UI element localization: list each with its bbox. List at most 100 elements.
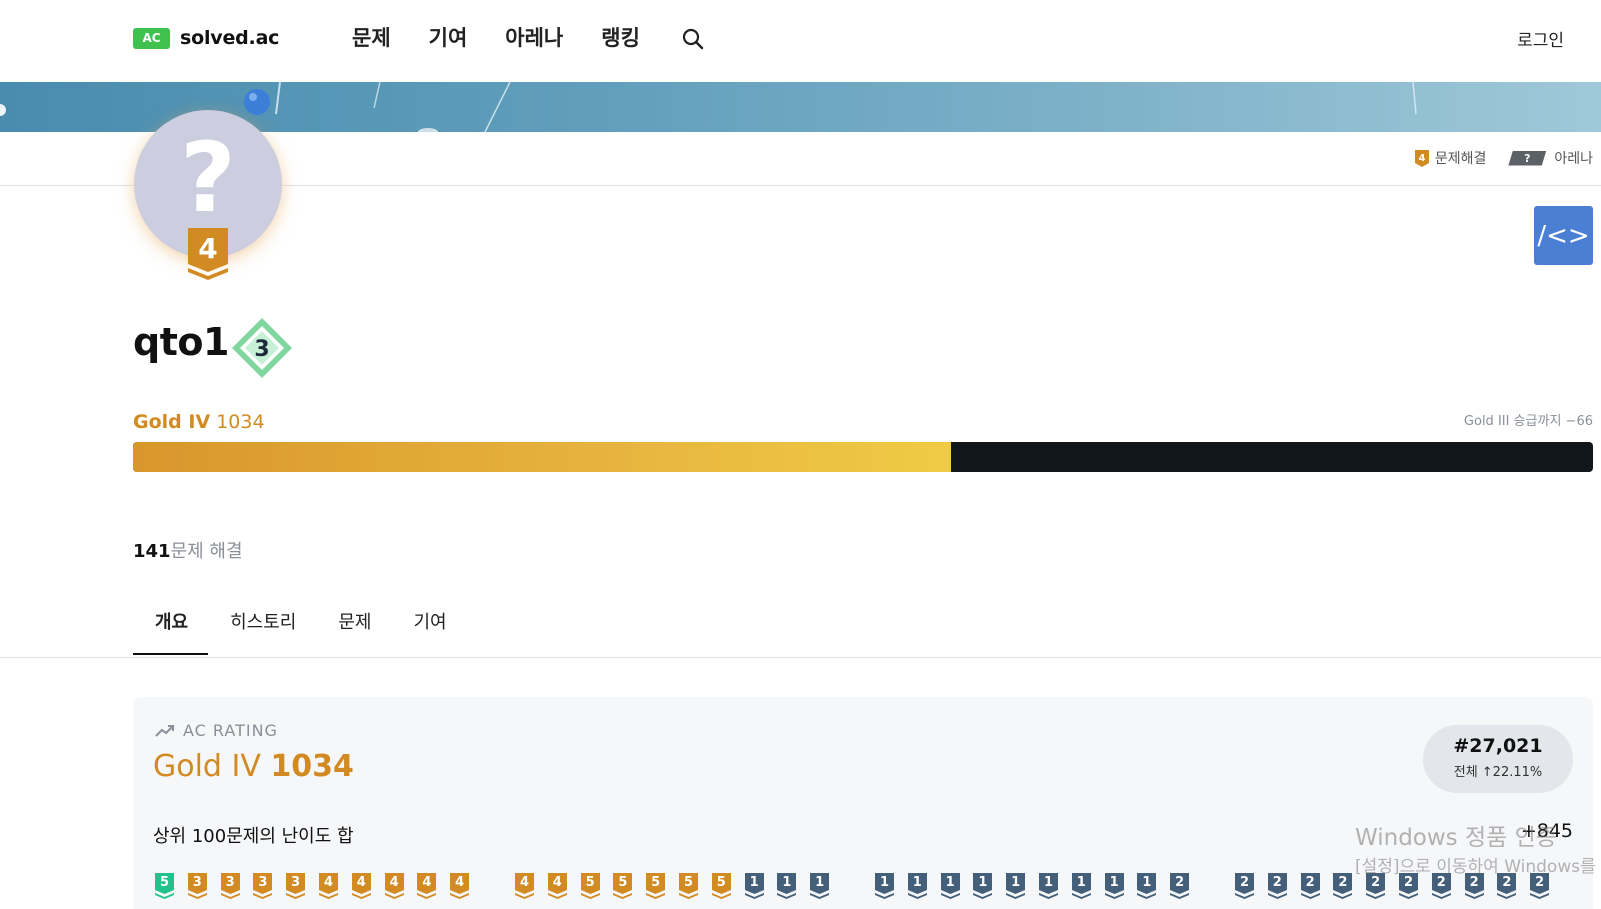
code-brackets-icon: /<> [1537,220,1590,251]
problem-tier-badge[interactable]: 3 [253,873,273,899]
problem-tier-level: 2 [1436,875,1446,890]
search-icon[interactable] [681,27,705,51]
rating-progress-bar [133,442,1593,472]
problem-tier-badge[interactable]: 2 [1267,873,1287,899]
problem-solving-label[interactable]: 문제해결 [1435,148,1487,168]
problem-tier-level: 4 [519,875,530,890]
problem-tier-badge[interactable]: 2 [1300,873,1320,899]
problem-tier-badge[interactable]: 1 [940,873,960,899]
windows-activation-watermark-sub: [설정]으로 이동하여 Windows를 [1355,857,1596,877]
nav-ranking[interactable]: 랭킹 [601,22,640,52]
tab-contributions[interactable]: 기여 [392,600,467,654]
top100-description: 상위 100문제의 난이도 합 [153,826,354,847]
problem-tier-level: 1 [912,875,922,890]
profile-tabs: 개요 히스토리 문제 기여 [133,600,467,655]
problem-tier-level: 2 [1175,875,1185,890]
problem-tier-badge[interactable]: 4 [351,873,371,899]
problem-tier-level: 3 [225,875,235,890]
problem-tier-badge[interactable]: 1 [1006,873,1026,899]
problem-tier-badge[interactable]: 4 [384,873,404,899]
problem-tier-level: 2 [1239,875,1250,890]
problem-tier-badge[interactable]: 1 [1071,873,1091,899]
problem-tier-badge[interactable]: 3 [286,873,306,899]
problem-tier-badge[interactable]: 3 [220,873,240,899]
ac-rating-title: AC RATING [183,721,278,740]
problem-tier-level: 1 [815,875,825,890]
problem-tier-level: 2 [1305,875,1315,890]
problem-tier-level: 4 [422,875,432,890]
problem-tier-badge[interactable]: 1 [810,873,830,899]
problem-tier-badge[interactable]: 2 [1333,873,1353,899]
problem-tier-badge[interactable]: 1 [777,873,797,899]
problem-tier-badge[interactable]: 5 [679,873,698,899]
arena-tag[interactable]: ? 아레나 [1508,148,1593,168]
problem-tier-level: 2 [1338,875,1348,890]
problem-tier-badge[interactable]: 1 [907,873,927,899]
problem-tier-badge[interactable]: 1 [973,873,993,899]
problem-tier-level: 5 [651,875,661,890]
problem-tier-badge[interactable]: 4 [319,873,338,899]
nav-arena[interactable]: 아레나 [505,22,563,52]
problem-tier-badge-icon: 4 [1414,149,1429,167]
problem-tier-badge[interactable]: 5 [580,873,600,899]
problem-tier-level: 5 [618,875,628,890]
site-logo[interactable]: AC solved.ac [133,27,279,49]
logo-badge: AC [133,27,170,49]
rank-number: #27,021 [1453,735,1543,757]
problem-tier-level: 4 [389,875,399,890]
problem-tier-badge[interactable]: 5 [711,873,731,899]
windows-activation-watermark: Windows 정품 인증 [1355,825,1557,851]
nav-contribute[interactable]: 기여 [429,22,468,52]
problem-tier-badge[interactable]: 5 [646,873,666,899]
problem-tier-badge[interactable]: 1 [875,873,894,899]
problem-tier-badge[interactable]: 5 [155,873,174,899]
problem-tier-badge[interactable]: 3 [187,873,207,899]
profile-tier-tags: 4 문제해결 ? 아레나 [1414,148,1593,168]
problem-tier-badge[interactable]: 1 [1104,873,1124,899]
problem-tier-badge[interactable]: 1 [744,873,764,899]
rating-value: 1034 [216,411,265,433]
avatar-tier-level: 4 [198,232,217,265]
problem-tier-badge[interactable]: 2 [1235,873,1254,899]
problem-tier-badge[interactable]: 1 [1039,873,1058,899]
problem-tier-level: 1 [749,875,759,890]
problem-tier-badge-level: 4 [1418,153,1425,164]
problem-tier-level: 2 [1469,875,1479,890]
problem-tier-badge[interactable]: 4 [450,873,470,899]
problem-tier-badge[interactable]: 4 [515,873,534,899]
tab-history[interactable]: 히스토리 [208,600,316,654]
problem-tier-level: 4 [552,875,562,890]
solved-number: 141 [133,541,171,562]
next-tier-remaining: Gold III 승급까지 −66 [1463,414,1593,429]
solved-label: 문제 해결 [170,541,243,562]
avatar-tier-badge-icon: 4 [188,228,228,280]
card-rating: Gold IV 1034 [153,749,354,784]
top-problems-badge-list: 5 3 3 3 3 4 4 4 4 4 4 4 5 5 5 5 5 1 1 1 1 1 1 1 1 1 1 1 1 2 2 2 2 2 2 2 2 2 2 2 [155,873,1595,903]
tab-overview[interactable]: 개요 [133,600,209,655]
arena-badge: ? [1508,150,1547,166]
problem-tier-level: 3 [192,875,202,890]
problem-tier-level: 3 [291,875,301,890]
problem-tier-badge[interactable]: 4 [417,873,437,899]
problem-tier-badge[interactable]: 4 [547,873,567,899]
problem-tier-level: 5 [585,875,595,890]
rank-badge: #27,021 전체 ↑22.11% [1423,725,1573,793]
problem-tier-level: 4 [323,875,334,890]
rating-progress-fill [133,442,951,472]
problem-tier-badge[interactable]: 2 [1170,873,1190,899]
problem-tier-level: 1 [945,875,955,890]
code-share-button[interactable]: /<> [1534,206,1593,265]
problem-tier-level: 1 [1109,875,1119,890]
problem-tier-badge[interactable]: 1 [1137,873,1157,899]
login-link[interactable]: 로그인 [1517,26,1564,51]
nav-problems[interactable]: 문제 [352,22,391,52]
problem-tier-badge[interactable]: 5 [613,873,633,899]
problem-tier-level: 1 [1043,875,1054,890]
rank-percentile: 전체 ↑22.11% [1453,765,1543,780]
problem-tier-level: 1 [782,875,792,890]
tab-problems[interactable]: 문제 [316,600,391,654]
ac-rating-heading: AC RATING [155,721,278,740]
problem-tier-level: 5 [683,875,694,890]
problem-tier-level: 3 [258,875,268,890]
tier-rating-label: Gold IV 1034 [133,411,265,433]
